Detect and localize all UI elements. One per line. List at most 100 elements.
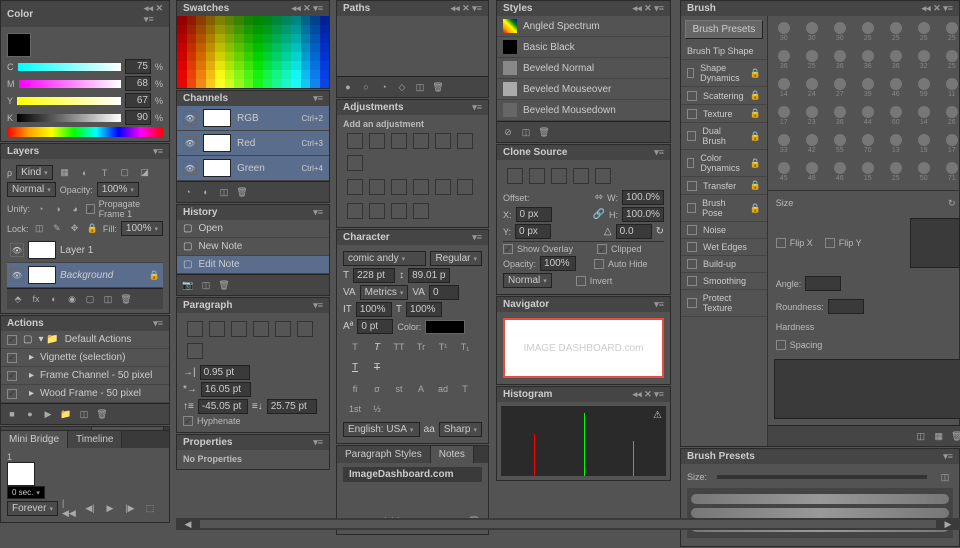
clone-angle[interactable] — [616, 224, 652, 239]
bold-icon[interactable]: T — [347, 340, 363, 354]
swatch[interactable] — [187, 61, 197, 70]
swatch[interactable] — [320, 16, 330, 25]
history-item[interactable]: ▢Edit Note — [177, 256, 329, 274]
indent-left[interactable] — [200, 365, 250, 380]
channel-row[interactable]: 👁RGBCtrl+2 — [177, 106, 329, 131]
swatch[interactable] — [234, 25, 244, 34]
swatch[interactable] — [206, 34, 216, 43]
brush-option[interactable]: Build-up — [681, 256, 767, 273]
style-item[interactable]: Beveled Mousedown — [497, 100, 670, 121]
brush-tip[interactable]: 59 — [912, 76, 936, 100]
tab-minibridge[interactable]: Mini Bridge — [1, 431, 68, 448]
clone-source-1-icon[interactable] — [507, 168, 523, 184]
brush-tip[interactable]: 25 — [912, 20, 936, 44]
leading[interactable] — [408, 268, 450, 283]
brush-option[interactable]: Color Dynamics🔒 — [681, 150, 767, 177]
swatch[interactable] — [187, 70, 197, 79]
swatch[interactable] — [225, 25, 235, 34]
brush-tip[interactable]: 32 — [912, 48, 936, 72]
brush-tip[interactable]: 14 — [772, 76, 796, 100]
swatch-grid[interactable] — [177, 16, 329, 88]
swatch[interactable] — [253, 16, 263, 25]
clone-h[interactable] — [622, 207, 664, 222]
swatch[interactable] — [253, 52, 263, 61]
swatch[interactable] — [244, 16, 254, 25]
panel-menu-icon[interactable]: ◂◂ ✕▾≡ — [144, 3, 163, 25]
swatch[interactable] — [263, 43, 273, 52]
swatch[interactable] — [301, 79, 311, 88]
swatch[interactable] — [282, 25, 292, 34]
swatch[interactable] — [196, 52, 206, 61]
swatch[interactable] — [234, 79, 244, 88]
swatch[interactable] — [301, 52, 311, 61]
swatch[interactable] — [253, 79, 263, 88]
brush-tip[interactable]: 11 — [940, 76, 960, 100]
swatch[interactable] — [253, 34, 263, 43]
c-slider[interactable] — [18, 63, 121, 71]
kind-filter[interactable]: Kind — [16, 165, 53, 180]
c-value[interactable] — [125, 59, 151, 74]
brush-tip[interactable]: 30 — [800, 20, 824, 44]
brush-tip[interactable]: 27 — [828, 76, 852, 100]
swatch[interactable] — [215, 70, 225, 79]
brush-tip[interactable]: 23 — [800, 104, 824, 128]
trash-icon[interactable]: 🗑 — [216, 278, 232, 292]
font-style[interactable]: Regular — [430, 251, 482, 266]
indent-first[interactable] — [201, 382, 251, 397]
swatch[interactable] — [282, 34, 292, 43]
opacity-input[interactable]: 100% — [97, 182, 139, 197]
trash-icon[interactable]: 🗑 — [118, 292, 134, 306]
brush-tip[interactable]: 15 — [856, 160, 880, 184]
language[interactable]: English: USA — [343, 422, 420, 437]
swatch[interactable] — [177, 52, 187, 61]
swatch[interactable] — [177, 25, 187, 34]
exposure-icon[interactable] — [413, 133, 429, 149]
layer-row[interactable]: 👁Background🔒 — [7, 263, 163, 288]
trash-icon[interactable]: 🗑 — [536, 125, 552, 139]
swatch[interactable] — [263, 25, 273, 34]
action-item[interactable]: ▸Frame Channel - 50 pixel — [1, 367, 169, 385]
brush-option[interactable]: Noise — [681, 222, 767, 239]
swatch[interactable] — [320, 70, 330, 79]
lock-all-icon[interactable]: 🔒 — [85, 222, 99, 236]
swatch[interactable] — [177, 43, 187, 52]
overlay-opacity[interactable] — [540, 256, 576, 271]
swatch[interactable] — [187, 43, 197, 52]
space-after[interactable] — [267, 399, 317, 414]
brush-tip[interactable]: 17 — [772, 104, 796, 128]
action-item[interactable]: ▸Vignette (selection) — [1, 349, 169, 367]
brush-tip[interactable]: 50 — [912, 160, 936, 184]
style-item[interactable]: Basic Black — [497, 37, 670, 58]
brush-presets-button[interactable]: Brush Presets — [685, 20, 763, 39]
channel-row[interactable]: 👁GreenCtrl+4 — [177, 156, 329, 181]
roundness-input[interactable] — [828, 299, 864, 314]
brush-tip[interactable]: 70 — [856, 132, 880, 156]
brush-option[interactable]: Scattering🔒 — [681, 87, 767, 105]
swatch[interactable] — [244, 61, 254, 70]
brush-tip[interactable]: 44 — [856, 104, 880, 128]
swatch[interactable] — [310, 70, 320, 79]
swatch[interactable] — [253, 70, 263, 79]
fill-input[interactable]: 100% — [121, 221, 163, 236]
layer-row[interactable]: 👁Layer 1 — [7, 238, 163, 263]
baseline[interactable] — [357, 319, 393, 334]
next-icon[interactable]: |▶ — [122, 502, 138, 516]
swatch[interactable] — [206, 70, 216, 79]
history-item[interactable]: ▢New Note — [177, 238, 329, 256]
blend-mode[interactable]: Normal — [7, 182, 56, 197]
swatch[interactable] — [263, 52, 273, 61]
spacing-check[interactable] — [776, 340, 786, 350]
font-family[interactable]: comic andy — [343, 251, 426, 266]
brush-tip[interactable]: 14 — [912, 104, 936, 128]
brush-tip[interactable]: 60 — [884, 104, 908, 128]
swatch[interactable] — [234, 70, 244, 79]
swatch[interactable] — [320, 34, 330, 43]
swatch[interactable] — [253, 61, 263, 70]
angle-input[interactable] — [805, 276, 841, 291]
prev-icon[interactable]: ◀| — [82, 502, 98, 516]
swatch[interactable] — [215, 34, 225, 43]
fx-icon[interactable]: fx — [28, 292, 44, 306]
brush-tip[interactable]: 25 — [884, 160, 908, 184]
first-icon[interactable]: |◀◀ — [62, 502, 78, 516]
swatch[interactable] — [196, 34, 206, 43]
